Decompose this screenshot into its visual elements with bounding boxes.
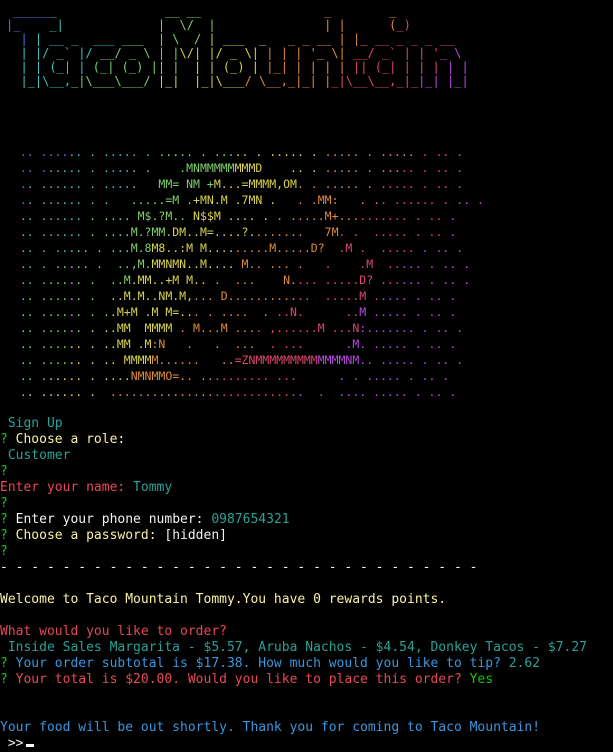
art-line: .. ...... . ..... . ..... . ..... . ....… — [6, 145, 464, 159]
banner-line: ______ __ __ _ _ — [6, 4, 397, 18]
banner-line: | |/ _` |/ __/ _ \ | |\/| |/ _ \| | | | … — [6, 46, 462, 60]
question-mark-icon: ? — [0, 496, 8, 511]
art-line: .. ...... . .... M$.?M.. N$$M .... . . .… — [6, 209, 457, 223]
input-prompt: >> — [0, 736, 24, 751]
role-answer: Customer — [0, 448, 71, 463]
terminal-session: Sign Up ? Choose a role: Customer ? Ente… — [0, 416, 613, 752]
question-mark-icon: ? — [0, 512, 8, 527]
banner-line: | | (_| | (_| (_) || | | | (_) | |_| | |… — [6, 60, 469, 74]
taco-mountain-ascii-banner: ______ __ __ _ _ |_ _| | \/ | | | (_) | |… — [6, 4, 469, 88]
question-mark-icon: ? — [0, 528, 8, 543]
art-line: .. ...... . ..... . .MNMMMMMMMMD .. . ..… — [6, 161, 464, 175]
banner-line: | | __ _ ___ ___ | \ / | ___ _ _ _ __ | … — [6, 32, 455, 46]
blank-question-line: ? — [0, 496, 613, 512]
art-line: .. ...... . ....NMNMMO=.. .......... ...… — [6, 369, 450, 383]
art-line: .. ...... . ....M.?MM.DM..M=....?.......… — [6, 225, 457, 239]
question-mark-icon: ? — [0, 544, 8, 559]
phone-prompt-line: ? Enter your phone number: 0987654321 — [0, 512, 290, 527]
question-mark-icon: ? — [0, 432, 8, 447]
art-line: .. ...... . ..MM MMMM . M...M .... ,....… — [6, 321, 464, 335]
order-prompt: What would you like to order? — [0, 624, 227, 639]
divider-line: - - - - - - - - - - - - - - - - - - - - … — [0, 560, 478, 575]
blank-question-line: ? — [0, 544, 613, 560]
text-cursor — [26, 744, 35, 747]
signup-title: Sign Up — [0, 416, 63, 431]
art-line: .. ...... . .. MMMMM...... ..=ZNMMMMMMMM… — [6, 353, 464, 367]
art-line: .. . ..... . ...M.8M8..:M M.........M...… — [6, 241, 464, 255]
art-line: .. ...... . ..M+M .M M=... . .... . ..N.… — [6, 305, 457, 319]
question-mark-icon: ? — [0, 672, 8, 687]
art-line: .. ...... . ..MM .M:N . . ... . ... .M. … — [6, 337, 457, 351]
question-mark-icon: ? — [0, 464, 8, 479]
banner-line: |_|\__,_|\___\___/ |_| |_|\___/ \__,_|_|… — [6, 74, 469, 88]
art-line: .. ...... . . .....=M .+MN.M .7MN . . .M… — [6, 193, 484, 207]
password-prompt-line: ? Choose a password: [hidden] — [0, 528, 227, 543]
blank-question-line: ? — [0, 464, 613, 480]
art-line: .. ...... . ............................… — [6, 385, 457, 399]
role-prompt-line: ? Choose a role: — [0, 432, 126, 447]
name-prompt-line: Enter your name: Tommy — [0, 480, 173, 495]
total-prompt-line: ? Your total is $20.00. Would you like t… — [0, 672, 494, 687]
banner-line: |_ _| | \/ | | | (_) — [6, 18, 411, 32]
question-mark-icon: ? — [0, 656, 8, 671]
art-line: .. ...... . ..M.MM..+M M.. . ... N.... .… — [6, 273, 471, 287]
order-answer: Inside Sales Margarita - $5.57, Aruba Na… — [0, 640, 587, 655]
subtotal-prompt-line: ? Your order subtotal is $17.38. How muc… — [0, 656, 541, 671]
input-line[interactable]: >> — [0, 736, 613, 752]
art-line: .. . ..... . ..,M.MMNMN..M.... M.. ... .… — [6, 257, 471, 271]
art-line: .. ...... . ..... MM= NM +M...=MMMM,OM. … — [6, 177, 464, 191]
mountain-ascii-art: .. ...... . ..... . ..... . ..... . ....… — [6, 144, 484, 400]
welcome-message: Welcome to Taco Mountain Tommy.You have … — [0, 592, 447, 607]
art-line: .. ...... . ..M.M..NM.M,... D...........… — [6, 289, 457, 303]
goodbye-message: Your food will be out shortly. Thank you… — [0, 720, 541, 735]
